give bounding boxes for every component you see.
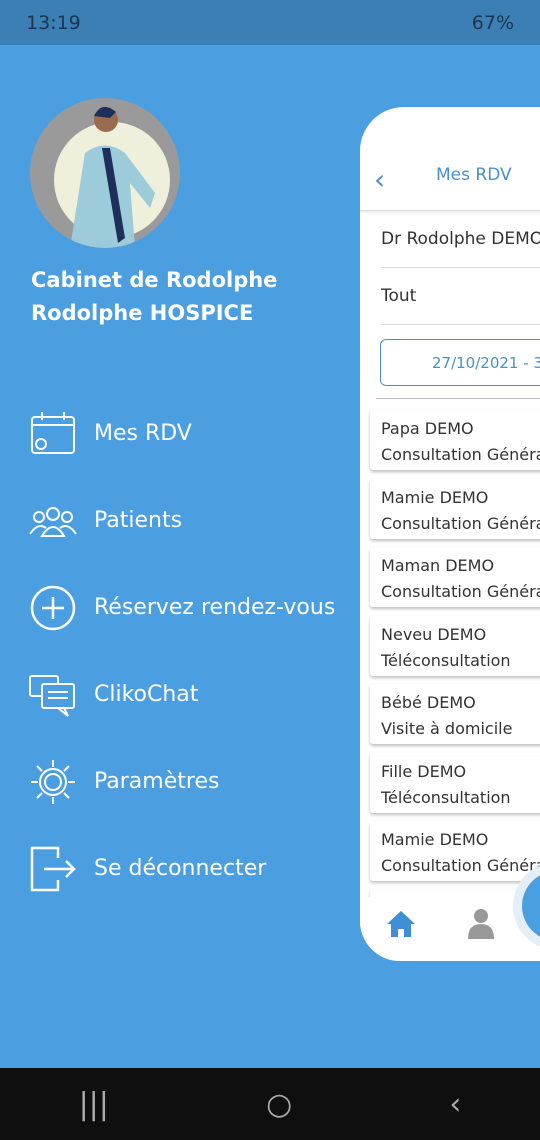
profile-name: Cabinet de Rodolphe Rodolphe HOSPICE (31, 264, 277, 330)
appointment-card[interactable]: Papa DEMO Consultation Générale (370, 410, 540, 470)
patient-name: Bébé DEMO (381, 693, 476, 712)
appointment-card[interactable]: Mamie DEMO Consultation Générale (370, 821, 540, 881)
menu-label: Patients (94, 508, 183, 533)
divider (376, 398, 540, 399)
status-bar: 13:19 67% (0, 0, 540, 45)
avatar (30, 98, 180, 248)
gear-icon (31, 759, 75, 804)
status-time: 13:19 (26, 11, 81, 34)
battery-level: 67% (471, 11, 514, 34)
panel-title: Mes RDV (436, 165, 512, 185)
bottom-nav (360, 897, 540, 961)
menu-item-deconnecter[interactable]: Se déconnecter (28, 825, 335, 912)
plus-circle-icon (30, 585, 76, 630)
appointment-type: Consultation Générale (381, 513, 540, 533)
patient-name: Neveu DEMO (381, 624, 487, 644)
cabinet-name: Cabinet de Rodolphe (31, 268, 278, 292)
patient-name: Mamie DEMO (381, 487, 489, 507)
patient-name: Papa DEMO (381, 419, 474, 438)
menu-label: Mes RDV (94, 421, 192, 446)
panel-header: ‹ Mes RDV (360, 107, 540, 211)
appointment-card[interactable]: Fille DEMO Téléconsultation (370, 752, 540, 813)
appointment-card[interactable]: Bébé DEMO Visite à domicile (370, 684, 540, 744)
appointment-type: Consultation Générale (381, 582, 540, 601)
date-range-button[interactable]: 27/10/2021 - 3/ (380, 339, 540, 386)
appointment-type: Téléconsultation (381, 650, 511, 670)
menu-label: ClikoChat (94, 682, 199, 707)
user-name: Rodolphe HOSPICE (31, 301, 254, 325)
back-button[interactable]: ‹ (449, 1087, 461, 1122)
side-menu: Mes RDV Patients Réservez rendez-vous Cl… (28, 390, 335, 912)
appointment-list: Papa DEMOConsultation GénéraleMamie DEMO… (360, 410, 540, 950)
appointment-card[interactable]: Neveu DEMO Téléconsultation (370, 615, 540, 676)
menu-item-patients[interactable]: Patients (28, 477, 335, 564)
appointment-type: Téléconsultation (381, 787, 511, 807)
system-nav-bar: ||| ○ ‹ (0, 1068, 540, 1140)
menu-label: Se déconnecter (94, 856, 267, 881)
profile-icon[interactable] (466, 907, 496, 939)
menu-label: Paramètres (94, 769, 220, 794)
calendar-icon (31, 411, 75, 454)
logout-icon (30, 846, 76, 891)
chat-icon (29, 674, 75, 717)
appointment-type: Visite à domicile (381, 719, 513, 738)
rdv-panel[interactable]: ‹ Mes RDV Dr Rodolphe DEMO Tout 27/10/20… (360, 107, 540, 961)
appointment-card[interactable]: Mamie DEMO Consultation Générale (370, 478, 540, 539)
menu-label: Réservez rendez-vous (94, 595, 336, 620)
back-chevron-icon[interactable]: ‹ (374, 163, 385, 196)
patient-name: Mamie DEMO (381, 830, 489, 849)
home-button[interactable]: ○ (266, 1087, 292, 1122)
recent-apps-button[interactable]: ||| (79, 1087, 109, 1122)
filter-select[interactable]: Tout (381, 268, 540, 325)
menu-item-clikochat[interactable]: ClikoChat (28, 651, 335, 738)
appointment-type: Consultation Générale (381, 856, 540, 875)
users-icon (29, 506, 77, 537)
appointment-type: Consultation Générale (381, 445, 540, 464)
doctor-select[interactable]: Dr Rodolphe DEMO (381, 211, 540, 268)
home-icon[interactable] (386, 909, 416, 939)
menu-item-mes-rdv[interactable]: Mes RDV (28, 390, 335, 477)
patient-name: Maman DEMO (381, 556, 495, 575)
menu-item-reserver[interactable]: Réservez rendez-vous (28, 564, 335, 651)
menu-item-parametres[interactable]: Paramètres (28, 738, 335, 825)
patient-name: Fille DEMO (381, 761, 467, 781)
appointment-card[interactable]: Maman DEMO Consultation Générale (370, 547, 540, 607)
